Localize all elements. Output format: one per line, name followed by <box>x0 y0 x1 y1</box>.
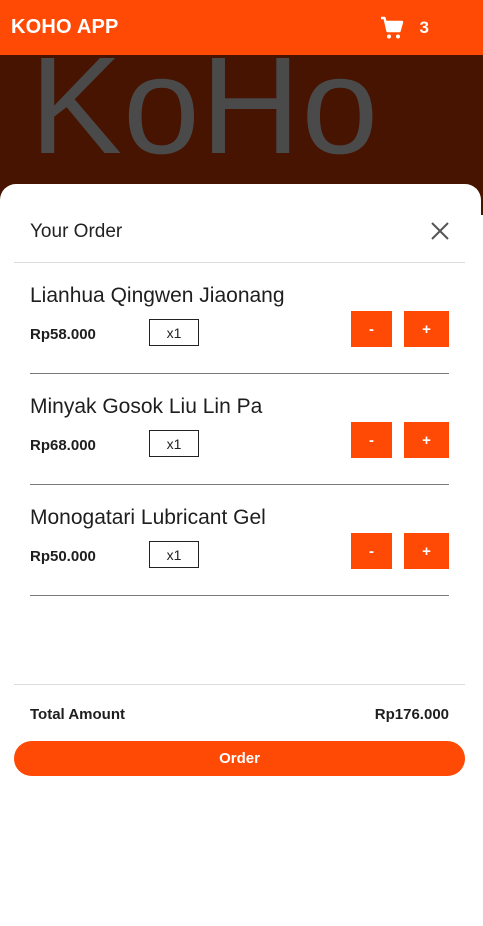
cart-button[interactable]: 3 <box>380 16 429 40</box>
app-page: KOHO APP 3 KoHo Your Order Lianhua Qingw… <box>0 0 483 926</box>
item-quantity: x1 <box>149 541 199 568</box>
item-quantity: x1 <box>149 319 199 346</box>
decrease-quantity-button[interactable]: - <box>351 422 392 458</box>
order-item: Minyak Gosok Liu Lin Pa Rp68.000 x1 - + <box>30 374 449 485</box>
modal-title: Your Order <box>30 221 123 242</box>
modal-header: Your Order <box>14 184 465 263</box>
order-item: Monogatari Lubricant Gel Rp50.000 x1 - + <box>30 485 449 596</box>
cart-icon[interactable] <box>380 16 404 40</box>
item-price: Rp68.000 <box>30 437 96 454</box>
order-items-list: Lianhua Qingwen Jiaonang Rp58.000 x1 - +… <box>30 263 449 596</box>
hero-logo-text: KoHo <box>30 55 380 183</box>
decrease-quantity-button[interactable]: - <box>351 311 392 347</box>
item-quantity: x1 <box>149 430 199 457</box>
order-button[interactable]: Order <box>14 741 465 776</box>
increase-quantity-button[interactable]: + <box>404 311 449 347</box>
total-amount-value: Rp176.000 <box>374 706 449 723</box>
close-icon[interactable] <box>429 220 451 242</box>
footer-divider <box>14 684 465 685</box>
app-brand[interactable]: KOHO APP <box>11 16 119 39</box>
item-price: Rp50.000 <box>30 548 96 565</box>
cart-count-badge: 3 <box>419 17 429 37</box>
increase-quantity-button[interactable]: + <box>404 533 449 569</box>
order-modal: Your Order Lianhua Qingwen Jiaonang Rp58… <box>0 184 481 926</box>
total-amount-label: Total Amount <box>30 706 125 723</box>
order-item: Lianhua Qingwen Jiaonang Rp58.000 x1 - + <box>30 263 449 374</box>
item-price: Rp58.000 <box>30 326 96 343</box>
decrease-quantity-button[interactable]: - <box>351 533 392 569</box>
increase-quantity-button[interactable]: + <box>404 422 449 458</box>
item-name: Lianhua Qingwen Jiaonang <box>30 284 285 307</box>
item-name: Minyak Gosok Liu Lin Pa <box>30 395 263 418</box>
item-name: Monogatari Lubricant Gel <box>30 506 266 529</box>
top-bar: KOHO APP 3 <box>0 0 483 55</box>
